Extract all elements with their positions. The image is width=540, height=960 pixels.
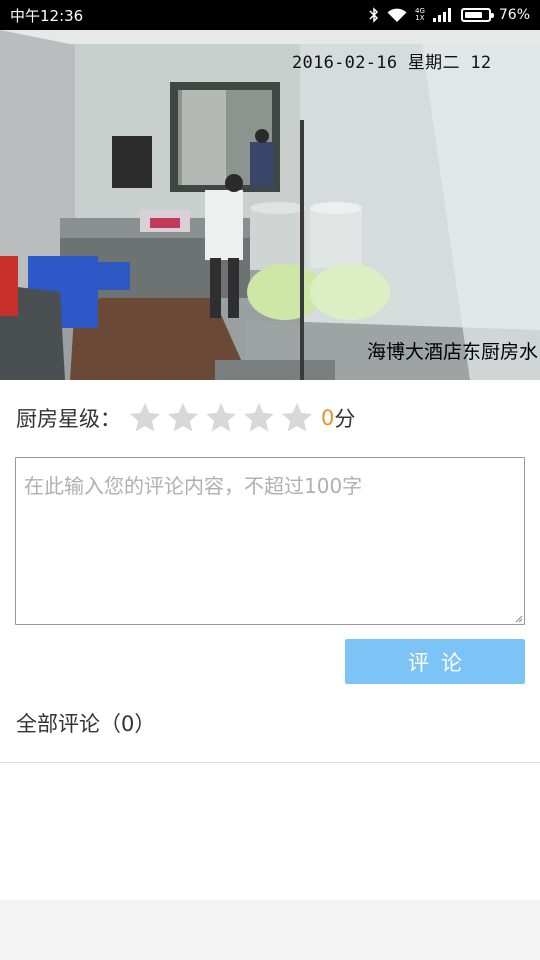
wifi-icon [387,8,407,23]
battery-percent: 76% [498,7,530,23]
kitchen-rating: 厨房星级： 0 分 [16,398,355,438]
battery-fill [464,12,482,18]
video-frame-image [0,30,540,380]
rating-label: 厨房星级： [16,407,121,431]
star-icon[interactable] [165,400,201,436]
submit-comment-button[interactable]: 评论 [345,639,525,684]
bluetooth-icon [369,7,379,23]
all-comments-title: 全部评论（0） [16,712,156,736]
resize-handle-icon[interactable] [513,613,523,623]
rating-score: 0 [321,406,335,430]
star-icon[interactable] [203,400,239,436]
divider [0,762,540,763]
camera-label: 海博大酒店东厨房水 [366,341,538,363]
status-bar: 中午12:36 4G 1X 76% [0,0,540,30]
signal-icon [432,8,453,22]
video-feed[interactable]: 2016-02-16 星期二 12 海博大酒店东厨房水 [0,30,540,380]
status-icons: 4G 1X 76% [369,7,530,23]
bottom-area [0,900,540,960]
star-icon[interactable] [279,400,315,436]
star-rating[interactable] [127,400,317,436]
status-time: 中午12:36 [10,6,84,25]
battery-icon [460,8,494,22]
star-icon[interactable] [241,400,277,436]
video-timestamp: 2016-02-16 星期二 12 [292,53,492,73]
rating-score-unit: 分 [334,407,356,431]
network-type-icon: 4G 1X [414,7,425,22]
comment-input[interactable] [15,457,525,625]
star-icon[interactable] [127,400,163,436]
